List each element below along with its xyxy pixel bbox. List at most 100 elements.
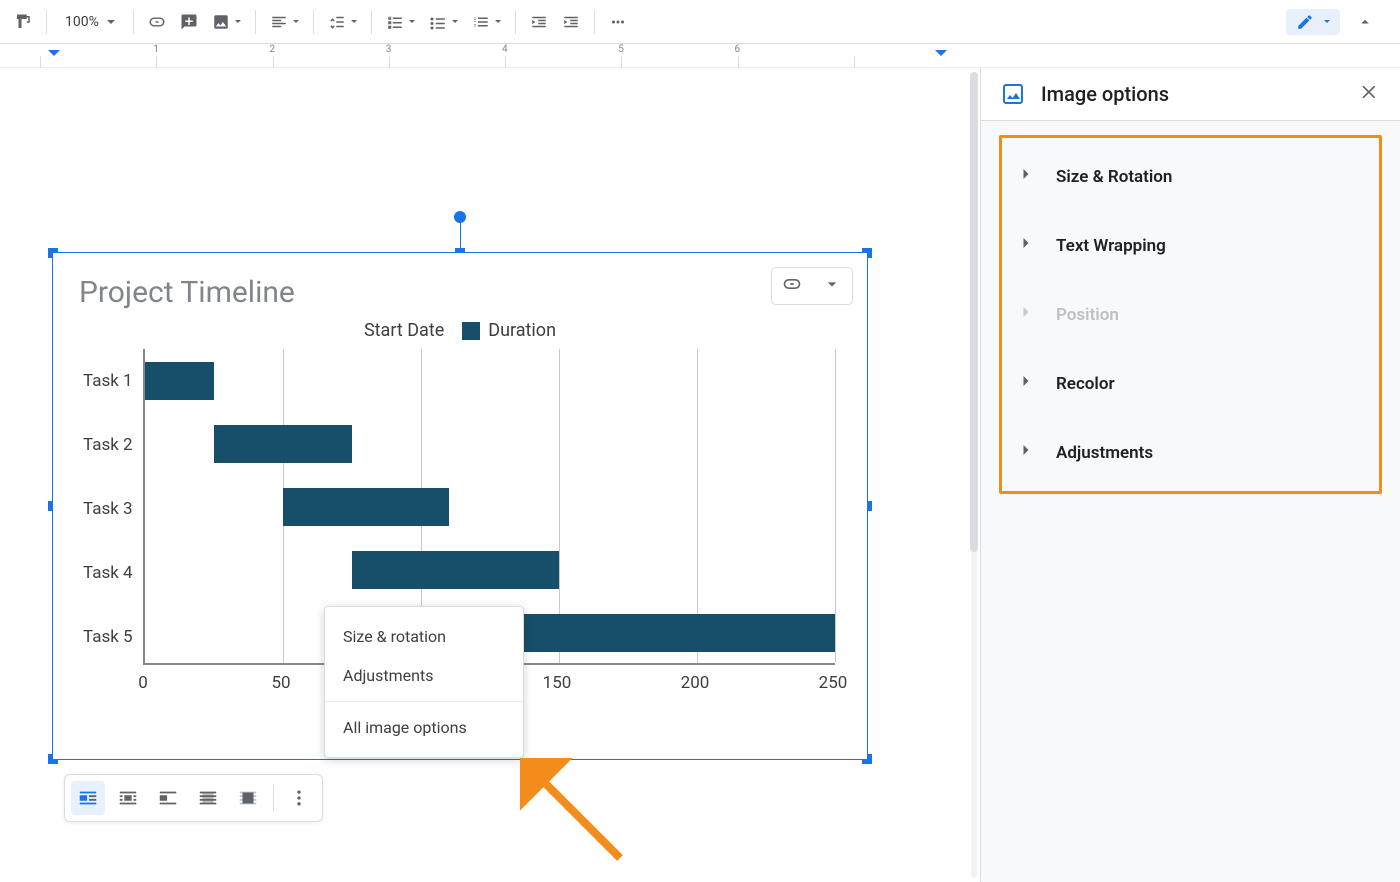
- accordion-label: Adjustments: [1056, 443, 1153, 463]
- chart-legend: Start Date Duration: [75, 320, 845, 341]
- image-options-accordion: Size & Rotation Text Wrapping Position Reco…: [999, 135, 1382, 494]
- zoom-value: 100%: [65, 14, 99, 30]
- toolbar: 100%: [0, 0, 1400, 44]
- ctx-size-rotation[interactable]: Size & rotation: [325, 617, 523, 656]
- scrollbar-thumb[interactable]: [970, 72, 978, 552]
- accordion-label: Text Wrapping: [1056, 236, 1166, 256]
- caret-down-icon: [107, 20, 115, 28]
- x-tick-label: 200: [681, 673, 710, 693]
- toolbar-separator: [133, 10, 134, 34]
- decrease-indent-button[interactable]: [524, 7, 554, 37]
- line-spacing-button[interactable]: [322, 7, 363, 37]
- ruler-number: 3: [386, 44, 392, 55]
- close-panel-button[interactable]: [1360, 82, 1380, 106]
- x-tick-label: 250: [819, 673, 848, 693]
- insert-comment-button[interactable]: [174, 7, 204, 37]
- x-tick-label: 0: [138, 673, 148, 693]
- accordion-item: Position: [1002, 280, 1379, 349]
- y-tick-label: Task 2: [83, 435, 139, 455]
- y-tick-label: Task 5: [83, 627, 139, 647]
- chart-link-controls: [771, 267, 853, 305]
- accordion-item[interactable]: Size & Rotation: [1002, 142, 1379, 211]
- wrap-more-button[interactable]: [282, 781, 316, 815]
- chart-options-button[interactable]: [812, 268, 852, 304]
- ruler-number: 1: [153, 44, 159, 55]
- ctx-separator: [325, 701, 523, 702]
- ruler-number: 2: [270, 44, 276, 55]
- ctx-all-image-options[interactable]: All image options: [325, 708, 523, 747]
- wrap-inline-button[interactable]: [71, 781, 105, 815]
- insert-image-button[interactable]: [206, 7, 247, 37]
- toolbar-separator: [515, 10, 516, 34]
- chart-link-button[interactable]: [772, 268, 812, 304]
- wrap-front-button[interactable]: [231, 781, 265, 815]
- toolbar-separator: [594, 10, 595, 34]
- y-tick-label: Task 3: [83, 499, 139, 519]
- caret-down-icon: [409, 20, 415, 26]
- legend-item: Duration: [462, 320, 556, 341]
- toolbar-separator: [313, 10, 314, 34]
- checklist-button[interactable]: [380, 7, 421, 37]
- chevron-right-icon: [1016, 440, 1036, 465]
- rotation-handle[interactable]: [454, 211, 466, 223]
- chart-title: Project Timeline: [79, 275, 845, 310]
- paint-format-button[interactable]: [8, 7, 38, 37]
- caret-down-icon: [452, 20, 458, 26]
- caret-down-icon: [495, 20, 501, 26]
- toolbar-separator: [46, 10, 47, 34]
- chart-bar: [214, 425, 352, 463]
- insert-link-button[interactable]: [142, 7, 172, 37]
- ruler-number: 5: [618, 44, 624, 55]
- editing-mode-button[interactable]: [1286, 9, 1340, 35]
- caret-down-icon: [351, 20, 357, 26]
- legend-item: Start Date: [364, 320, 444, 341]
- wrap-break-button[interactable]: [151, 781, 185, 815]
- toolbar-separator: [371, 10, 372, 34]
- chevron-right-icon: [1016, 371, 1036, 396]
- x-tick-label: 150: [543, 673, 572, 693]
- align-button[interactable]: [264, 7, 305, 37]
- increase-indent-button[interactable]: [556, 7, 586, 37]
- y-tick-label: Task 4: [83, 563, 139, 583]
- numbered-list-button[interactable]: [466, 7, 507, 37]
- vertical-scrollbar[interactable]: [968, 68, 980, 882]
- image-options-panel: Image options Size & RotationText Wrappi…: [980, 68, 1400, 882]
- ctx-adjustments[interactable]: Adjustments: [325, 656, 523, 695]
- annotation-arrow-icon: [520, 758, 640, 878]
- rotation-handle-line: [460, 223, 461, 248]
- chevron-right-icon: [1016, 302, 1036, 327]
- wrap-separator: [273, 785, 274, 811]
- accordion-item[interactable]: Adjustments: [1002, 418, 1379, 487]
- document-area[interactable]: Project Timeline Start Date Duration Tas…: [0, 68, 968, 882]
- ruler-number: 4: [502, 44, 508, 55]
- chart-bar: [283, 488, 449, 526]
- y-tick-label: Task 1: [83, 371, 139, 391]
- chart-bar: [145, 362, 214, 400]
- caret-down-icon: [235, 20, 241, 26]
- accordion-item[interactable]: Recolor: [1002, 349, 1379, 418]
- ruler-indent-right-icon[interactable]: [935, 50, 947, 62]
- caret-down-icon: [293, 20, 299, 26]
- image-icon: [1001, 82, 1025, 106]
- ruler-number: 6: [735, 44, 741, 55]
- chevron-right-icon: [1016, 233, 1036, 258]
- wrap-wraptext-button[interactable]: [111, 781, 145, 815]
- wrap-behind-button[interactable]: [191, 781, 225, 815]
- accordion-label: Recolor: [1056, 374, 1115, 394]
- chart-context-menu: Size & rotation Adjustments All image op…: [324, 606, 524, 758]
- collapse-toolbar-button[interactable]: [1350, 7, 1380, 37]
- image-wrap-toolbar: [64, 774, 323, 822]
- toolbar-separator: [255, 10, 256, 34]
- accordion-item[interactable]: Text Wrapping: [1002, 211, 1379, 280]
- chevron-right-icon: [1016, 164, 1036, 189]
- ruler-indent-left-icon[interactable]: [48, 50, 60, 62]
- gridline: [835, 349, 836, 663]
- ruler[interactable]: 1 2 3 4 5 6: [0, 44, 1400, 68]
- zoom-dropdown[interactable]: 100%: [55, 7, 125, 37]
- bulleted-list-button[interactable]: [423, 7, 464, 37]
- legend-swatch: [462, 322, 480, 340]
- accordion-label: Size & Rotation: [1056, 167, 1172, 187]
- chart-bar: [352, 551, 559, 589]
- more-tools-button[interactable]: [603, 7, 633, 37]
- workspace: Project Timeline Start Date Duration Tas…: [0, 68, 1400, 882]
